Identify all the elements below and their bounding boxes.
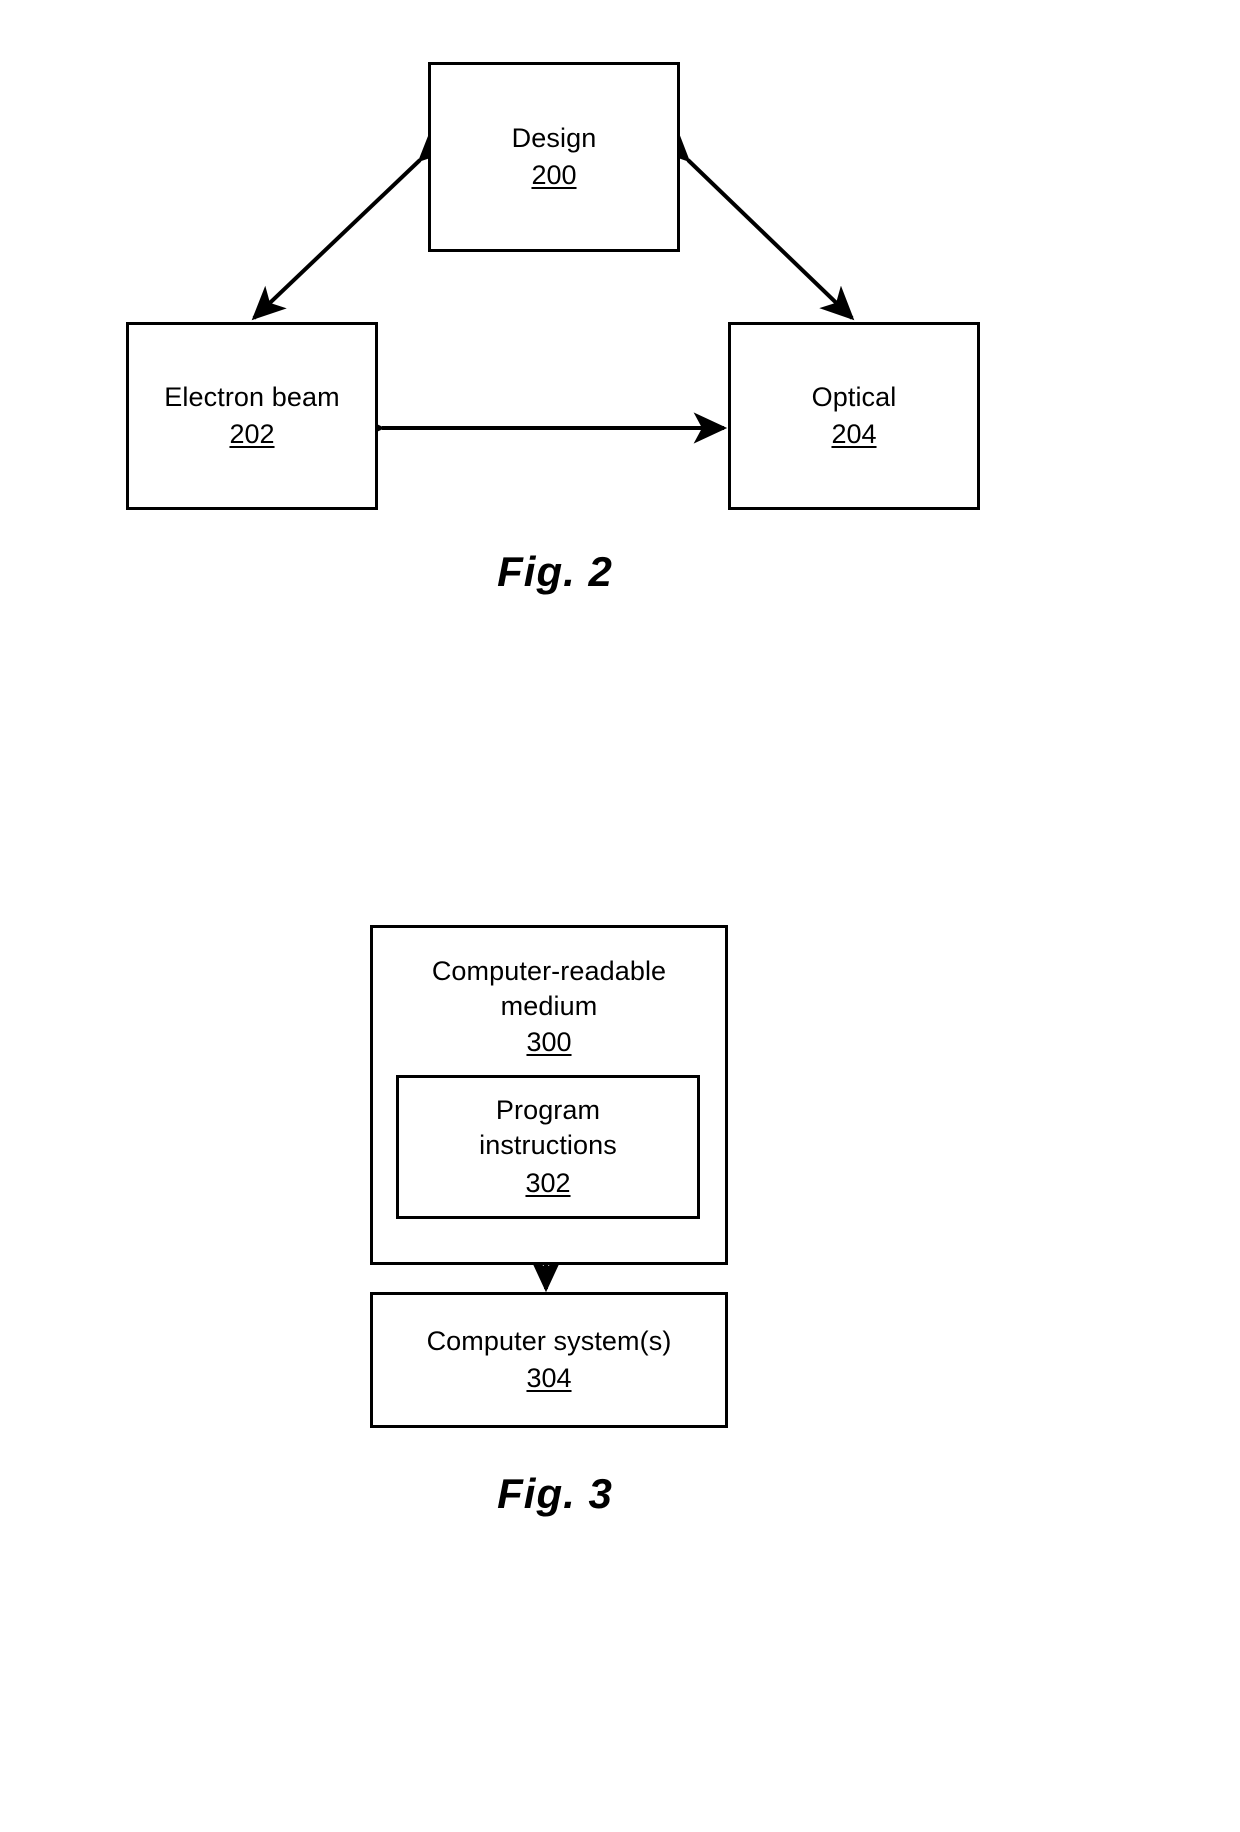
- node-design-ref: 200: [531, 160, 577, 190]
- node-program-instructions: Program instructions 302: [396, 1075, 700, 1219]
- node-design-label: Design: [511, 122, 597, 153]
- node-electron-beam-label: Electron beam: [164, 381, 340, 412]
- node-electron-beam: Electron beam 202: [126, 322, 378, 510]
- node-computer-systems-label: Computer system(s): [426, 1325, 672, 1356]
- arrow-design-optical: [655, 127, 855, 321]
- node-computer-systems: Computer system(s) 304: [370, 1292, 728, 1428]
- node-optical: Optical 204: [728, 322, 980, 510]
- node-computer-readable-medium-ref: 300: [526, 1027, 572, 1058]
- node-program-instructions-label: Program instructions: [479, 1095, 617, 1161]
- node-computer-readable-medium-label: Computer-readable medium: [431, 956, 667, 1021]
- node-program-instructions-ref: 302: [525, 1167, 571, 1198]
- figure-3-caption: Fig. 3: [497, 1470, 613, 1517]
- arrow-design-electron: [251, 127, 453, 321]
- node-design: Design 200: [428, 62, 680, 252]
- node-computer-systems-ref: 304: [526, 1363, 572, 1393]
- node-optical-label: Optical: [811, 381, 897, 412]
- patent-drawing-sheet: Design 200 Electron beam 202 Optical 204…: [0, 0, 1240, 1832]
- figure-2-caption: Fig. 2: [497, 548, 613, 595]
- node-electron-beam-ref: 202: [229, 419, 275, 449]
- node-optical-ref: 204: [831, 419, 877, 449]
- arrow-layer: [251, 127, 855, 1293]
